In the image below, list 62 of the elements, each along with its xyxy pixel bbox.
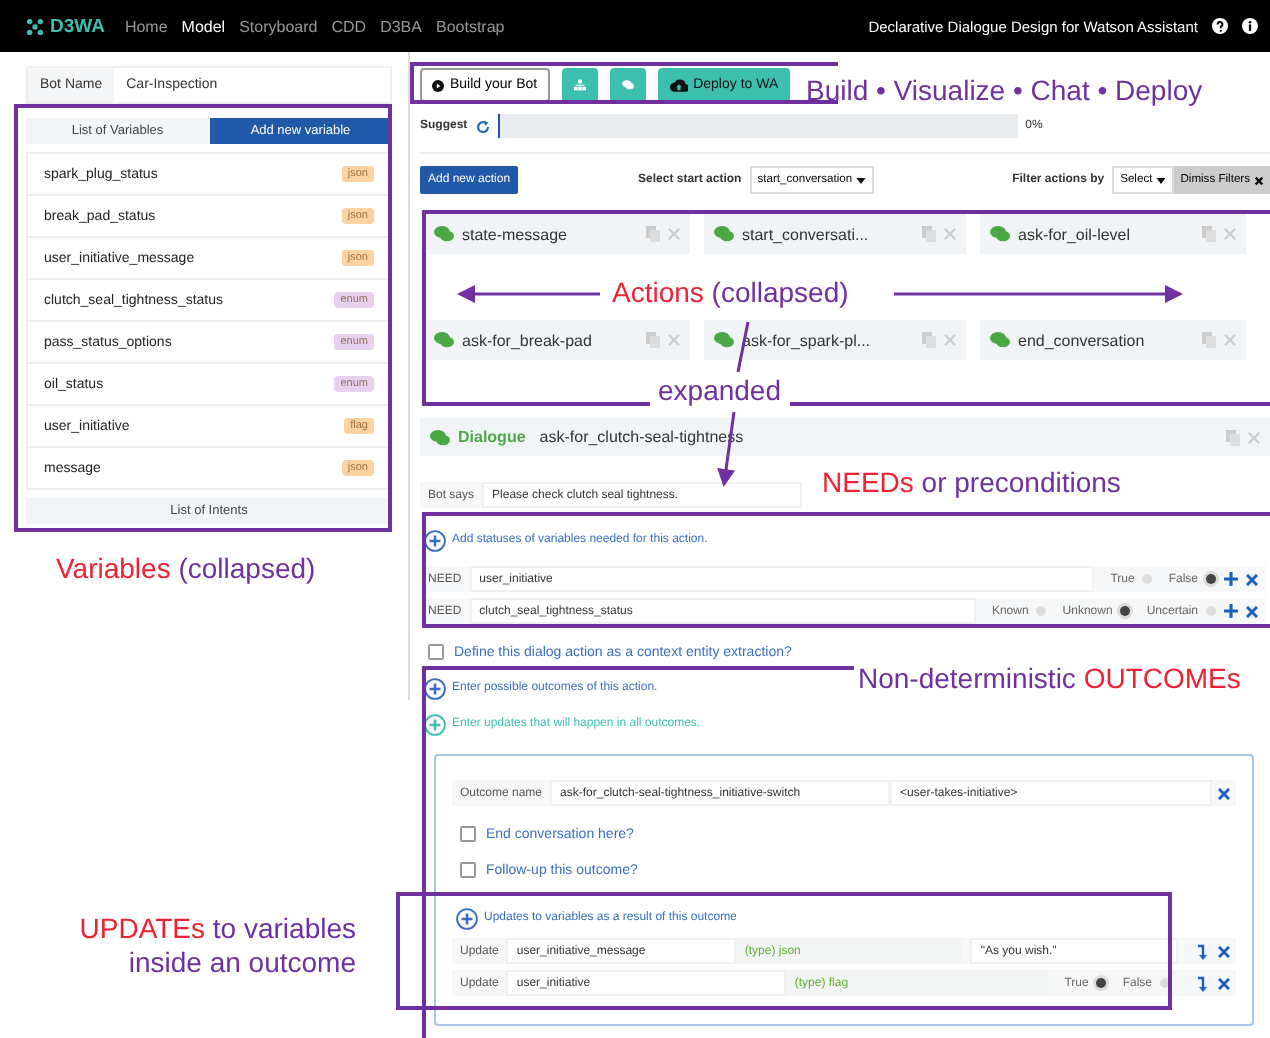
radio-button[interactable]	[1160, 978, 1170, 988]
caret-icon	[1156, 177, 1167, 183]
close-icon[interactable]	[1246, 605, 1258, 617]
annotation-text: Variables (collapsed)	[56, 552, 316, 586]
radio-button[interactable]	[1120, 606, 1131, 616]
logo-icon	[26, 17, 44, 35]
add-icon[interactable]	[456, 907, 478, 929]
play-icon	[432, 79, 444, 91]
help-icon[interactable]	[1212, 18, 1228, 34]
close-icon[interactable]	[1246, 573, 1258, 585]
visualize-button[interactable]	[561, 68, 598, 102]
chat-button[interactable]	[609, 68, 646, 102]
logo[interactable]: D3WA	[50, 15, 105, 37]
info-icon[interactable]	[1242, 18, 1258, 34]
nav-link[interactable]: CDD	[331, 17, 367, 35]
close-icon	[1254, 175, 1264, 185]
checkbox[interactable]	[460, 862, 476, 878]
action-name: end_conversation	[1018, 331, 1147, 349]
add-icon[interactable]	[424, 677, 446, 699]
close-icon[interactable]	[1218, 787, 1230, 799]
nav-link[interactable]: Model	[181, 17, 226, 35]
chat-icon	[714, 226, 734, 242]
close-icon[interactable]	[1218, 945, 1230, 957]
annotation-text: NEEDs or preconditions	[822, 466, 1121, 500]
add-icon[interactable]	[424, 713, 446, 735]
chat-icon	[990, 226, 1010, 242]
annotation-text: Non-deterministic OUTCOMEs	[858, 662, 1241, 696]
radio-button[interactable]	[1206, 574, 1216, 584]
radio-button[interactable]	[1036, 606, 1047, 616]
chat-icon	[714, 332, 734, 348]
nav-link[interactable]: Bootstrap	[435, 17, 505, 35]
checkbox[interactable]	[460, 826, 476, 842]
refresh-icon[interactable]	[475, 119, 490, 133]
chat-icon	[434, 226, 454, 242]
chat-icon	[430, 429, 450, 445]
action-name: ask-for_oil-level	[1018, 225, 1133, 243]
action-name: state-message	[462, 225, 569, 243]
annotation-text: Build • Visualize • Chat • Deploy	[806, 74, 1203, 108]
dialogue-label: Dialogue	[458, 428, 526, 446]
add-icon[interactable]	[1224, 572, 1238, 586]
chat-icon	[621, 78, 634, 92]
annotation-arrow	[457, 285, 600, 303]
annotation-text: UPDATEs to variables inside an outcome	[79, 912, 356, 980]
caret-icon	[856, 177, 867, 183]
annotation-text: expanded	[650, 374, 790, 408]
radio-button[interactable]	[1142, 574, 1153, 584]
hierarchy-icon	[573, 78, 586, 92]
nav-link[interactable]: D3BA	[380, 17, 422, 35]
close-icon[interactable]	[1218, 977, 1230, 989]
chat-icon	[990, 332, 1010, 348]
checkbox[interactable]	[428, 644, 444, 660]
add-icon[interactable]	[1224, 604, 1238, 618]
nav-link[interactable]: Storyboard	[239, 17, 318, 35]
action-name: ask-for_break-pad	[462, 331, 594, 349]
add-icon[interactable]	[424, 529, 446, 551]
annotation-text: Actions (collapsed)	[612, 276, 849, 310]
action-name: start_conversati...	[742, 225, 871, 243]
nav-link[interactable]: Home	[124, 17, 168, 35]
radio-button[interactable]	[1206, 606, 1216, 616]
cloud-upload-icon	[669, 78, 688, 92]
chat-icon	[434, 332, 454, 348]
radio-button[interactable]	[1096, 978, 1107, 988]
